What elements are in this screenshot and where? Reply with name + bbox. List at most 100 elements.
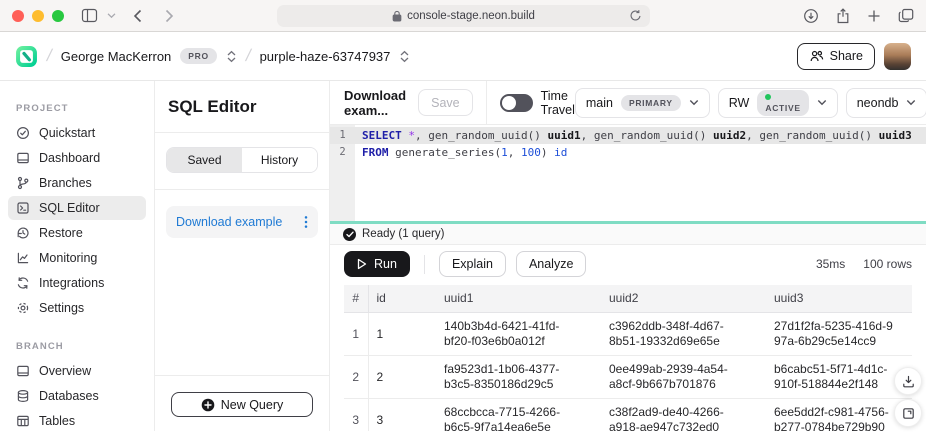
check-circle-icon xyxy=(16,126,30,140)
share-button-label: Share xyxy=(830,49,863,63)
kebab-menu-icon[interactable] xyxy=(304,215,308,229)
people-icon xyxy=(809,49,824,63)
sql-code-editor[interactable]: 1 SELECT *, gen_random_uuid() uuid1, gen… xyxy=(330,125,926,221)
url-text: console-stage.neon.build xyxy=(407,10,535,22)
app-header: / George MacKerron PRO / purple-haze-637… xyxy=(0,32,926,81)
browser-back-icon[interactable] xyxy=(133,9,142,23)
sidebar-item-databases[interactable]: Databases xyxy=(8,384,146,408)
editor-toolbar: Download exam... Save Time Travel main P… xyxy=(330,81,926,125)
sql-editor-icon xyxy=(16,201,30,215)
minimize-window-icon[interactable] xyxy=(32,10,44,22)
table-row[interactable]: 3 3 68ccbcca-7715-4266-b6c5-9f7a14ea6e5e… xyxy=(344,399,912,432)
saved-history-tabs: Saved History xyxy=(166,147,318,173)
toolbar-divider xyxy=(486,81,487,124)
toggle-knob xyxy=(502,96,516,110)
tab-saved[interactable]: Saved xyxy=(167,148,242,172)
code-line-content: SELECT *, gen_random_uuid() uuid1, gen_r… xyxy=(355,127,912,144)
browser-actions xyxy=(803,8,914,24)
sidebar-item-settings[interactable]: Settings xyxy=(8,296,146,320)
cell-id: 3 xyxy=(368,399,436,432)
column-header-id[interactable]: id xyxy=(368,285,436,313)
database-value: neondb xyxy=(857,96,899,110)
chevron-down-icon xyxy=(906,99,916,106)
column-header-uuid3[interactable]: uuid3 xyxy=(766,285,912,313)
explain-button[interactable]: Explain xyxy=(439,251,506,277)
column-header-uuid1[interactable]: uuid1 xyxy=(436,285,601,313)
browser-sidebar-icon[interactable] xyxy=(81,8,98,23)
ready-check-icon xyxy=(343,228,356,241)
cell-uuid3: 27d1f2fa-5235-416d-997a-6b29c5e14cc9 xyxy=(766,313,912,356)
analyze-button[interactable]: Analyze xyxy=(516,251,586,277)
row-index: 2 xyxy=(344,356,368,399)
code-line-content: FROM generate_series(1, 100) id xyxy=(355,144,567,161)
chevron-down-icon[interactable] xyxy=(107,12,116,19)
saved-query-item[interactable]: Download example xyxy=(166,206,318,238)
project-name[interactable]: purple-haze-63747937 xyxy=(260,49,391,64)
share-page-icon[interactable] xyxy=(836,8,850,24)
branch-selector[interactable]: main PRIMARY xyxy=(575,88,710,118)
download-results-button[interactable] xyxy=(894,367,922,395)
browser-toolbar: console-stage.neon.build xyxy=(0,0,926,32)
gear-icon xyxy=(16,301,30,315)
sidebar-item-label: Monitoring xyxy=(39,251,97,265)
new-query-button[interactable]: New Query xyxy=(171,392,313,417)
code-line-1[interactable]: 1 SELECT *, gen_random_uuid() uuid1, gen… xyxy=(330,127,926,144)
active-status-dot xyxy=(765,94,771,100)
sidebar-item-restore[interactable]: Restore xyxy=(8,221,146,245)
close-window-icon[interactable] xyxy=(12,10,24,22)
sidebar-item-branches[interactable]: Branches xyxy=(8,171,146,195)
column-header-index[interactable]: # xyxy=(344,285,368,313)
main-layout: PROJECT Quickstart Dashboard Branches SQ… xyxy=(0,81,926,431)
compute-value: RW xyxy=(729,96,750,110)
share-button[interactable]: Share xyxy=(797,43,875,70)
sidebar-item-dashboard[interactable]: Dashboard xyxy=(8,146,146,170)
queries-panel: SQL Editor Saved History Download exampl… xyxy=(155,81,330,431)
app-window: console-stage.neon.build xyxy=(0,0,926,432)
sidebar-item-monitoring[interactable]: Monitoring xyxy=(8,246,146,270)
cell-uuid1: 140b3b4d-6421-41fd-bf20-f03e6b0a012f xyxy=(436,313,601,356)
compute-selector[interactable]: RW ACTIVE xyxy=(718,88,838,118)
expand-results-button[interactable] xyxy=(894,399,922,427)
account-name[interactable]: George MacKerron xyxy=(61,49,172,64)
table-row[interactable]: 1 1 140b3b4d-6421-41fd-bf20-f03e6b0a012f… xyxy=(344,313,912,356)
table-row[interactable]: 2 2 fa9523d1-1b06-4377-b3c5-8350186d29c5… xyxy=(344,356,912,399)
window-icon xyxy=(16,364,30,378)
sidebar-item-tables[interactable]: Tables xyxy=(8,409,146,431)
code-line-2[interactable]: 2 FROM generate_series(1, 100) id xyxy=(330,144,926,161)
browser-forward-icon[interactable] xyxy=(165,9,174,23)
plus-circle-icon xyxy=(201,398,215,412)
cell-uuid3: 6ee5dd2f-c981-4756-b277-0784be729b90 xyxy=(766,399,912,432)
branch-value: main xyxy=(586,96,613,110)
user-avatar[interactable] xyxy=(884,43,911,70)
sidebar-item-quickstart[interactable]: Quickstart xyxy=(8,121,146,145)
cell-uuid2: 0ee499ab-2939-4a54-a8cf-9b667b701876 xyxy=(601,356,766,399)
database-selector[interactable]: neondb xyxy=(846,88,926,118)
sidebar-item-overview[interactable]: Overview xyxy=(8,359,146,383)
result-row-count: 100 rows xyxy=(863,257,912,271)
editor-area: Download exam... Save Time Travel main P… xyxy=(330,81,926,431)
row-index: 1 xyxy=(344,313,368,356)
time-travel-toggle[interactable] xyxy=(500,94,533,112)
tab-overview-icon[interactable] xyxy=(898,8,914,23)
account-switcher-icon[interactable] xyxy=(226,50,237,63)
saved-query-label: Download example xyxy=(176,215,282,229)
query-actions-row: Run Explain Analyze 35ms 100 rows xyxy=(330,245,926,283)
context-selectors: main PRIMARY RW ACTIVE neondb xyxy=(575,88,926,118)
branch-badge: PRIMARY xyxy=(621,95,681,111)
run-button[interactable]: Run xyxy=(344,251,410,277)
downloads-icon[interactable] xyxy=(803,8,819,24)
sidebar-item-sql-editor[interactable]: SQL Editor xyxy=(8,196,146,220)
sidebar-item-integrations[interactable]: Integrations xyxy=(8,271,146,295)
address-bar[interactable]: console-stage.neon.build xyxy=(277,5,650,27)
save-button[interactable]: Save xyxy=(418,89,473,116)
zoom-window-icon[interactable] xyxy=(52,10,64,22)
column-header-uuid2[interactable]: uuid2 xyxy=(601,285,766,313)
new-tab-icon[interactable] xyxy=(867,9,881,23)
integrations-icon xyxy=(16,276,30,290)
neon-logo[interactable] xyxy=(15,45,38,68)
sidebar-item-label: Dashboard xyxy=(39,151,100,165)
reload-icon[interactable] xyxy=(629,9,642,25)
tab-history[interactable]: History xyxy=(242,148,317,172)
project-switcher-icon[interactable] xyxy=(399,50,410,63)
sidebar-item-label: Quickstart xyxy=(39,126,95,140)
